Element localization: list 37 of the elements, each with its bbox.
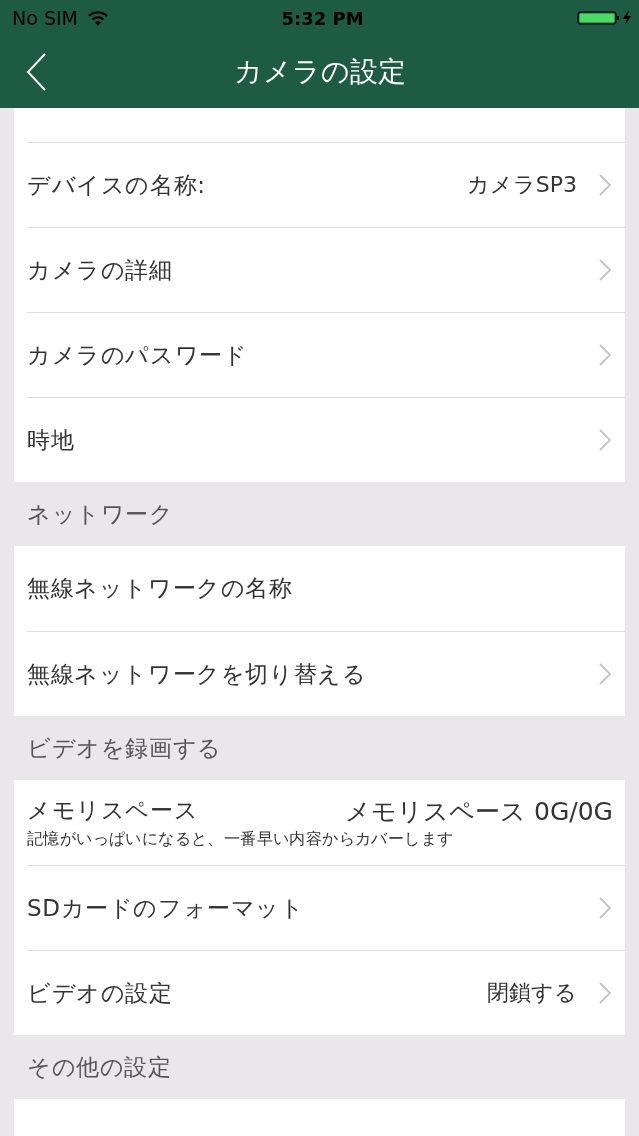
row-label: 無線ネットワークを切り替える bbox=[27, 659, 368, 689]
row-label: 時地 bbox=[27, 425, 76, 455]
row-label: デバイスの名称: bbox=[27, 170, 207, 200]
storage-value: メモリスペース 0G/0G bbox=[345, 796, 613, 828]
settings-row[interactable]: デバイスの名称: カメラSP3 bbox=[27, 142, 625, 227]
battery-charging-icon bbox=[577, 10, 633, 26]
screen-title: カメラの設定 bbox=[233, 54, 406, 90]
back-icon bbox=[26, 53, 48, 91]
chevron-icon bbox=[599, 259, 611, 281]
row-value: 閉鎖する bbox=[487, 979, 577, 1007]
settings-row[interactable]: SDカードのフォーマット bbox=[27, 865, 625, 950]
settings-row[interactable]: 時地 bbox=[27, 397, 625, 482]
chevron-icon bbox=[599, 174, 611, 196]
row-label: カメラの詳細 bbox=[27, 255, 174, 285]
settings-row[interactable]: カメラのパスワード bbox=[27, 312, 625, 397]
row-label: カメラのパスワード bbox=[27, 340, 249, 370]
row-value: カメラSP3 bbox=[466, 171, 577, 199]
row-label: SDカードのフォーマット bbox=[27, 893, 306, 923]
chevron-icon bbox=[599, 344, 611, 366]
row-subtitle: 記憶がいっぱいになると、一番早い内容からカバーします bbox=[27, 829, 455, 850]
section-header: その他の設定 bbox=[27, 1052, 172, 1082]
wifi-icon bbox=[87, 10, 108, 26]
chevron-icon bbox=[599, 429, 611, 451]
chevron-icon bbox=[599, 897, 611, 919]
settings-row[interactable]: ビデオの設定 閉鎖する bbox=[27, 950, 625, 1035]
settings-row[interactable]: 無線ネットワークを切り替える bbox=[27, 631, 625, 716]
row-label: メモリスペース bbox=[27, 796, 199, 825]
status-time: 5:32 PM bbox=[281, 7, 364, 29]
carrier-text: No SIM bbox=[12, 7, 78, 29]
chevron-icon bbox=[599, 982, 611, 1004]
section-header: ビデオを録画する bbox=[27, 733, 222, 763]
row-label: ビデオの設定 bbox=[27, 978, 174, 1008]
chevron-icon bbox=[599, 663, 611, 685]
section-header: ネットワーク bbox=[27, 499, 174, 529]
row-label: 無線ネットワークの名称 bbox=[27, 574, 294, 603]
settings-row[interactable]: カメラの詳細 bbox=[27, 227, 625, 312]
back-button[interactable] bbox=[26, 53, 48, 91]
